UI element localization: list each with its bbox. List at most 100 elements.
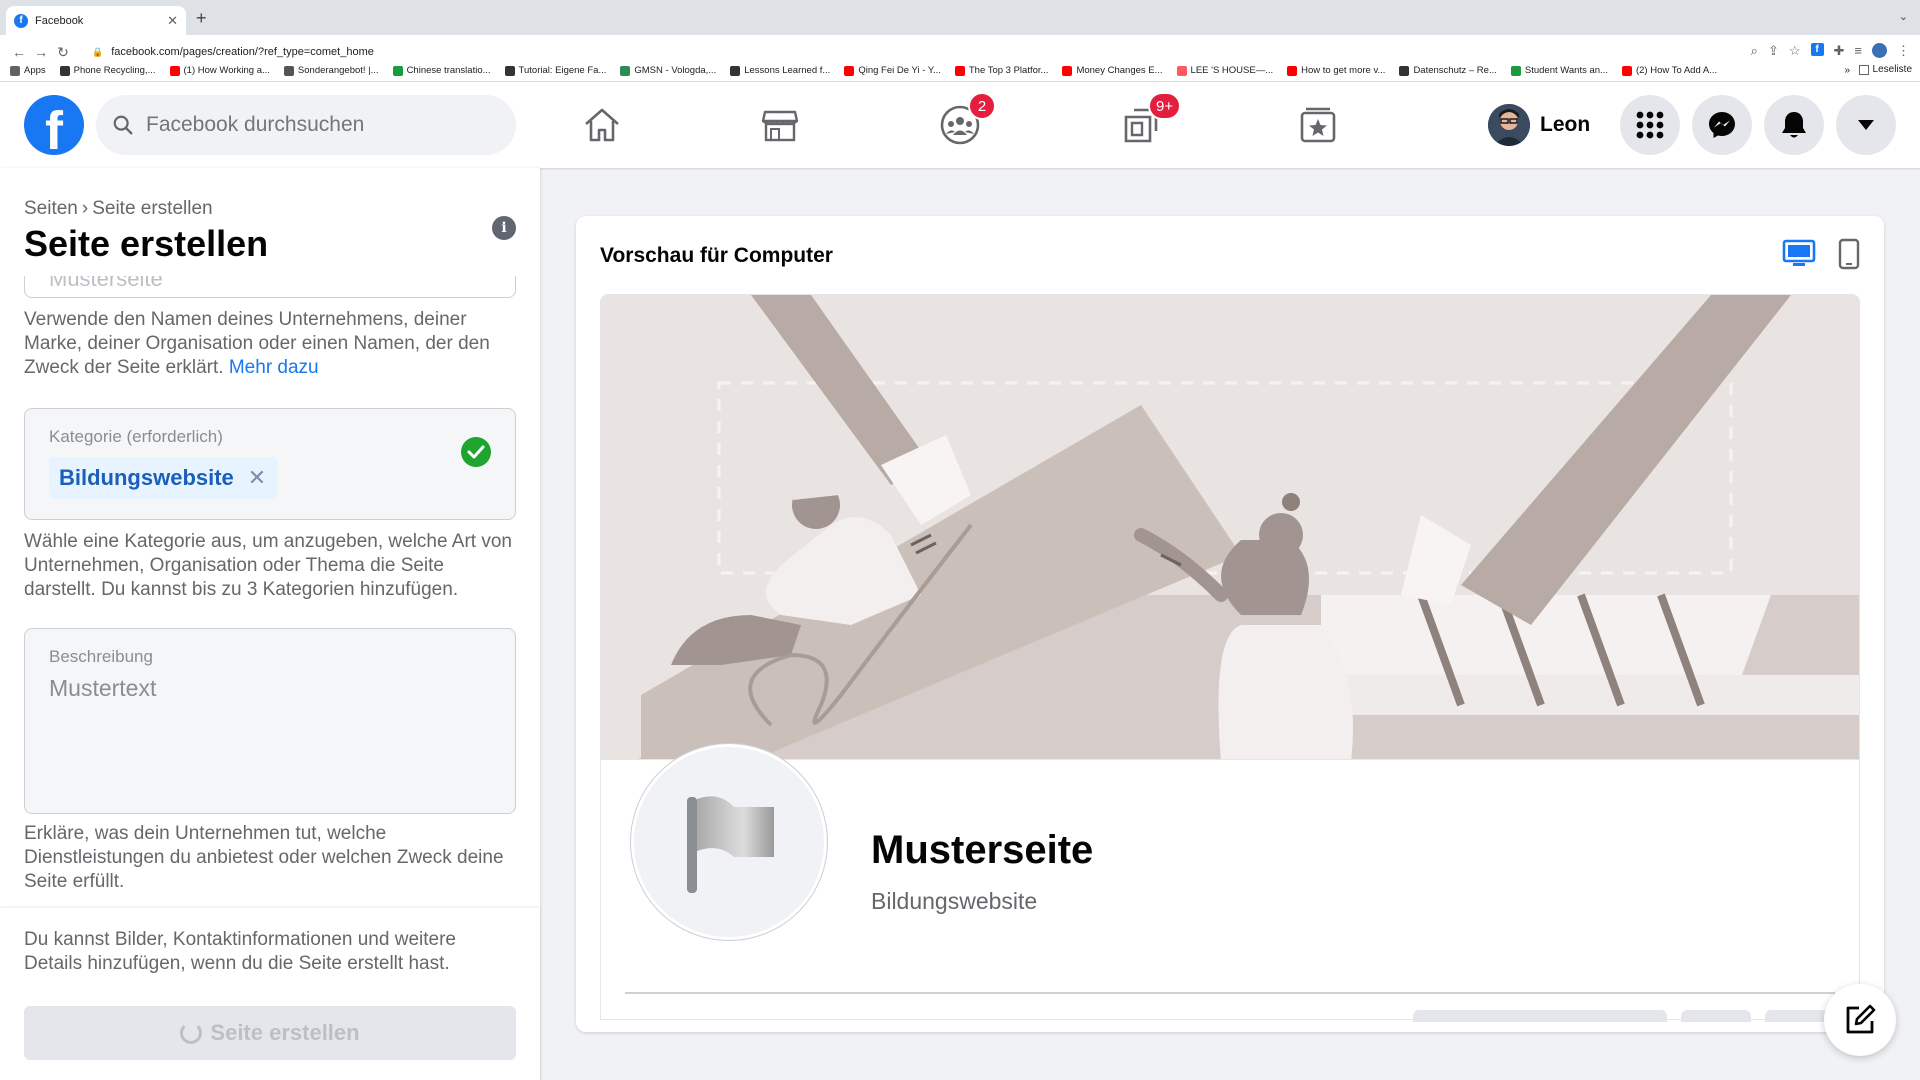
bookmark-label: How to get more v... bbox=[1301, 65, 1386, 76]
compose-button[interactable] bbox=[1824, 984, 1896, 1056]
description-field[interactable]: Beschreibung Mustertext bbox=[24, 628, 516, 814]
flag-icon bbox=[687, 796, 774, 893]
reload-icon[interactable]: ↻ bbox=[52, 44, 74, 61]
lock-icon: 🔒 bbox=[92, 46, 104, 57]
bookmark-label: LEE 'S HOUSE—... bbox=[1190, 65, 1274, 76]
remove-category-icon[interactable]: ✕ bbox=[248, 465, 266, 491]
facebook-logo-icon[interactable]: f bbox=[24, 95, 84, 155]
reading-list-button[interactable]: Leseliste bbox=[1858, 64, 1912, 75]
bookmark-star-icon[interactable]: ☆ bbox=[1789, 43, 1801, 59]
nav-watch[interactable] bbox=[1288, 100, 1348, 150]
desktop-icon[interactable] bbox=[1782, 239, 1816, 269]
bookmark-favicon-icon bbox=[730, 65, 741, 76]
category-field[interactable]: Kategorie (erforderlich) Bildungswebsite… bbox=[24, 408, 516, 520]
nav-home[interactable] bbox=[572, 100, 632, 150]
bookmark-label: Money Changes E... bbox=[1076, 65, 1163, 76]
bell-icon bbox=[1782, 112, 1806, 138]
breadcrumb-pages-link[interactable]: Seiten bbox=[24, 198, 78, 219]
browser-tab[interactable]: f Facebook ✕ bbox=[6, 6, 186, 35]
profile-button[interactable]: Leon bbox=[1486, 103, 1600, 147]
bookmark-favicon-icon bbox=[392, 65, 403, 76]
menu-button[interactable] bbox=[1620, 95, 1680, 155]
create-page-footer: Du kannst Bilder, Kontaktinformationen u… bbox=[0, 908, 540, 1080]
breadcrumb-current: Seite erstellen bbox=[92, 198, 213, 219]
bookmark-item[interactable]: (1) How Working a... bbox=[169, 65, 270, 76]
bookmark-label: GMSN - Vologda,... bbox=[634, 65, 717, 76]
page-name-field[interactable]: Musterseite bbox=[24, 276, 516, 298]
bookmark-favicon-icon bbox=[10, 65, 20, 76]
placeholder-button-stub bbox=[1681, 1010, 1751, 1022]
create-page-button-label: Seite erstellen bbox=[210, 1020, 360, 1045]
learn-more-link[interactable]: Mehr dazu bbox=[229, 357, 319, 378]
tab-close-icon[interactable]: ✕ bbox=[167, 13, 178, 29]
bookmark-item[interactable]: GMSN - Vologda,... bbox=[620, 65, 716, 76]
bookmark-apps[interactable]: Apps bbox=[10, 65, 46, 76]
bookmark-label: Student Wants an... bbox=[1524, 65, 1608, 76]
back-icon[interactable]: ← bbox=[8, 44, 30, 60]
page-title: Seite erstellen bbox=[24, 223, 269, 264]
url-text: facebook.com/pages/creation/?ref_type=co… bbox=[111, 46, 374, 58]
menu-grid-icon bbox=[1636, 111, 1664, 139]
footer-note: Du kannst Bilder, Kontaktinformationen u… bbox=[24, 929, 456, 974]
category-chip-label: Bildungswebsite bbox=[59, 465, 234, 490]
zoom-icon[interactable]: ⌕ bbox=[1751, 43, 1758, 59]
bookmark-item[interactable]: Money Changes E... bbox=[1062, 65, 1163, 76]
cover-photo-illustration bbox=[600, 294, 1860, 760]
search-box[interactable] bbox=[96, 95, 516, 155]
bookmark-favicon-icon bbox=[1176, 65, 1187, 76]
preview-device-toggle bbox=[1782, 238, 1860, 270]
create-page-button[interactable]: Seite erstellen bbox=[24, 1006, 516, 1060]
info-icon[interactable]: i bbox=[492, 216, 516, 240]
facebook-extension-icon[interactable]: f bbox=[1810, 43, 1824, 56]
bookmark-item[interactable]: Tutorial: Eigene Fa... bbox=[504, 65, 606, 76]
bookmark-favicon-icon bbox=[954, 65, 965, 76]
bookmark-item[interactable]: How to get more v... bbox=[1287, 65, 1385, 76]
forward-icon[interactable]: → bbox=[30, 44, 52, 60]
gaming-badge: 9+ bbox=[1148, 92, 1182, 120]
account-button[interactable] bbox=[1836, 95, 1896, 155]
bookmark-label: Apps bbox=[24, 65, 46, 76]
bookmark-label: Chinese translatio... bbox=[406, 65, 491, 76]
nav-groups[interactable]: 2 bbox=[930, 92, 996, 150]
extensions-puzzle-icon[interactable]: ✚ bbox=[1834, 43, 1845, 59]
browser-profile-avatar[interactable] bbox=[1872, 43, 1887, 58]
create-page-panel: Seiten › Seite erstellen Seite erstellen i… bbox=[0, 168, 540, 1080]
card-divider bbox=[625, 992, 1835, 994]
description-label: Beschreibung bbox=[49, 647, 153, 666]
facebook-header: f 2 9+ Leon bbox=[0, 82, 1920, 168]
reading-list-icon[interactable]: ≡ bbox=[1854, 43, 1862, 59]
bookmark-item[interactable]: The Top 3 Platfor... bbox=[954, 65, 1048, 76]
bookmark-item[interactable]: Sonderangebot! |... bbox=[283, 65, 379, 76]
new-tab-icon[interactable]: + bbox=[196, 8, 207, 29]
bookmark-item[interactable]: Qing Fei De Yi - Y... bbox=[844, 65, 941, 76]
bookmark-favicon-icon bbox=[1062, 65, 1073, 76]
bookmark-label: Sonderangebot! |... bbox=[297, 65, 379, 76]
bookmarks-overflow-icon[interactable]: » bbox=[1844, 65, 1850, 76]
messenger-icon bbox=[1709, 112, 1735, 138]
search-input[interactable] bbox=[146, 113, 486, 137]
category-label: Kategorie (erforderlich) bbox=[49, 427, 223, 446]
bookmark-item[interactable]: Chinese translatio... bbox=[392, 65, 491, 76]
preview-page-name: Musterseite bbox=[871, 828, 1094, 872]
bookmark-label: (2) How To Add A... bbox=[1635, 65, 1718, 76]
bookmark-item[interactable]: LEE 'S HOUSE—... bbox=[1176, 65, 1274, 76]
bookmark-item[interactable]: Datenschutz – Re... bbox=[1399, 65, 1497, 76]
star-box-icon bbox=[1300, 107, 1336, 143]
notifications-button[interactable] bbox=[1764, 95, 1824, 155]
nav-marketplace[interactable] bbox=[750, 100, 810, 150]
address-bar-icons: ⌕ ⇪ ☆ f ✚ ≡ ⋮ bbox=[1751, 43, 1910, 59]
bookmark-item[interactable]: Lessons Learned f... bbox=[730, 65, 830, 76]
share-icon[interactable]: ⇪ bbox=[1768, 43, 1779, 59]
groups-badge: 2 bbox=[968, 92, 996, 120]
check-icon bbox=[461, 437, 491, 467]
mobile-icon[interactable] bbox=[1838, 238, 1860, 270]
desktop-preview-card: Vorschau für Computer Musterseite Bildun… bbox=[576, 216, 1884, 1032]
bookmark-item[interactable]: Phone Recycling,... bbox=[59, 65, 156, 76]
bookmark-item[interactable]: (2) How To Add A... bbox=[1621, 65, 1718, 76]
tab-search-chevron-icon[interactable]: ⌄ bbox=[1899, 10, 1908, 23]
tab-title: Facebook bbox=[35, 14, 84, 27]
bookmark-item[interactable]: Student Wants an... bbox=[1510, 65, 1608, 76]
messenger-button[interactable] bbox=[1692, 95, 1752, 155]
browser-menu-icon[interactable]: ⋮ bbox=[1897, 43, 1910, 59]
nav-gaming[interactable]: 9+ bbox=[1110, 92, 1182, 150]
